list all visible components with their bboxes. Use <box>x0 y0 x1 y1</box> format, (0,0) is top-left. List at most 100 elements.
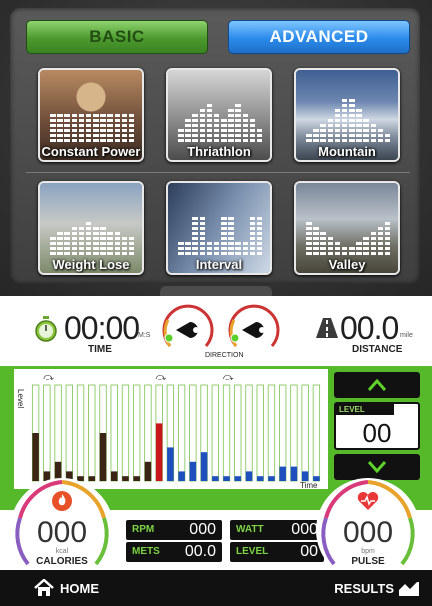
chart-bar <box>189 461 197 481</box>
program-constant-power[interactable]: Constant Power <box>38 68 144 162</box>
profile-bar <box>377 127 384 142</box>
profile-bar <box>313 225 319 255</box>
profile-bar <box>221 117 227 142</box>
profile-bar <box>64 230 70 255</box>
time-value: 00:00 <box>64 310 140 346</box>
readout-strip: 00:00 M:S TIME DIRECTION 00.0 mile DISTA… <box>0 296 432 366</box>
direction-dial-right[interactable] <box>226 302 282 358</box>
profile-bar <box>57 112 63 142</box>
profile-bar <box>221 215 227 255</box>
profile-bar <box>71 112 78 142</box>
calories-label: CALORIES <box>36 556 88 567</box>
profile-bar <box>256 215 263 255</box>
console-screen: BASIC ADVANCED Constant Power Thriathlon… <box>0 0 432 606</box>
direction-label: DIRECTION <box>205 352 244 359</box>
chart-bar <box>223 476 230 481</box>
chart-bar-track <box>65 384 73 482</box>
program-select-panel: BASIC ADVANCED Constant Power Thriathlon… <box>0 0 432 296</box>
panel-pull-tab[interactable] <box>160 286 272 296</box>
home-icon <box>34 579 54 596</box>
profile-bar <box>64 112 70 142</box>
mets-stat: METS 00.0 <box>126 542 222 562</box>
results-chart-icon <box>399 582 419 596</box>
row-divider <box>26 172 410 173</box>
profile-bar <box>93 225 99 255</box>
level-profile-chart: Level Time ⤼ ⤼ ⤼ <box>14 369 328 489</box>
profile-bar <box>228 215 234 255</box>
chart-bar <box>32 433 39 481</box>
time-unit: M:S <box>138 332 151 339</box>
home-button[interactable]: HOME <box>34 576 99 600</box>
profile-bar <box>256 127 263 142</box>
chart-bar <box>144 461 152 481</box>
chart-bar <box>290 466 298 481</box>
profile-bar <box>199 107 206 142</box>
profile-bars <box>178 96 263 142</box>
profile-bars <box>50 209 135 255</box>
profile-bars <box>306 209 391 255</box>
profile-bars <box>178 209 263 255</box>
program-valley[interactable]: Valley <box>294 181 400 275</box>
profile-bar <box>206 102 213 142</box>
profile-bar <box>327 235 334 255</box>
chart-bar <box>99 433 107 481</box>
program-mountain[interactable]: Mountain <box>294 68 400 162</box>
mets-value: 00.0 <box>184 543 216 560</box>
profile-bar <box>341 245 348 255</box>
chart-bar-track <box>133 384 141 482</box>
profile-bar <box>78 112 85 142</box>
results-label: RESULTS <box>334 580 394 596</box>
profile-bar <box>249 117 256 142</box>
direction-dial-left[interactable] <box>160 302 216 358</box>
segment-marker: ⤼ <box>223 372 234 383</box>
heart-icon <box>357 492 379 510</box>
watt-stat: WATT 000 <box>230 520 324 540</box>
profile-bar <box>93 112 99 142</box>
program-weight-lose[interactable]: Weight Lose <box>38 181 144 275</box>
tab-basic[interactable]: BASIC <box>26 20 208 54</box>
profile-bar <box>370 122 377 142</box>
profile-bar <box>50 235 56 255</box>
tab-advanced[interactable]: ADVANCED <box>228 20 410 54</box>
profile-bar <box>306 132 312 142</box>
profile-bar <box>349 245 355 255</box>
profile-bar <box>178 127 184 142</box>
chart-bar <box>133 476 140 481</box>
distance-unit: mile <box>400 332 413 339</box>
chart-bar <box>245 471 253 481</box>
profile-bar <box>377 225 384 255</box>
chart-bar <box>178 471 185 481</box>
profile-bar <box>206 240 213 255</box>
chart-bar <box>301 471 309 481</box>
profile-bar <box>242 112 249 142</box>
profile-bar <box>306 220 312 255</box>
profile-bar <box>349 97 355 142</box>
level-up-button[interactable] <box>334 372 420 398</box>
program-thriathlon[interactable]: Thriathlon <box>166 68 272 162</box>
calories-unit: kcal <box>55 548 69 555</box>
profile-bar <box>107 112 113 142</box>
profile-bar <box>370 230 377 255</box>
program-interval[interactable]: Interval <box>166 181 272 275</box>
profile-bar <box>57 230 63 255</box>
profile-bar <box>100 112 106 142</box>
program-label: Constant Power <box>41 144 141 159</box>
stopwatch-icon <box>35 316 57 342</box>
chart-bar-track <box>267 384 276 482</box>
level-down-button[interactable] <box>334 454 420 480</box>
profile-bar <box>85 220 92 255</box>
road-icon <box>316 318 338 338</box>
chart-y-label: Level <box>16 389 25 408</box>
results-button[interactable]: RESULTS <box>334 576 420 600</box>
chart-bar-track <box>121 384 130 482</box>
chart-bar-track <box>312 384 321 482</box>
chart-bar <box>256 476 264 481</box>
chart-bar-track <box>245 384 253 482</box>
profile-bar <box>384 220 391 255</box>
level-stat-label: LEVEL <box>236 546 269 557</box>
chart-bar <box>279 466 286 481</box>
profile-bars <box>50 96 135 142</box>
profile-bar <box>192 112 198 142</box>
pulse-unit: bpm <box>361 548 375 555</box>
flame-icon <box>52 491 72 511</box>
